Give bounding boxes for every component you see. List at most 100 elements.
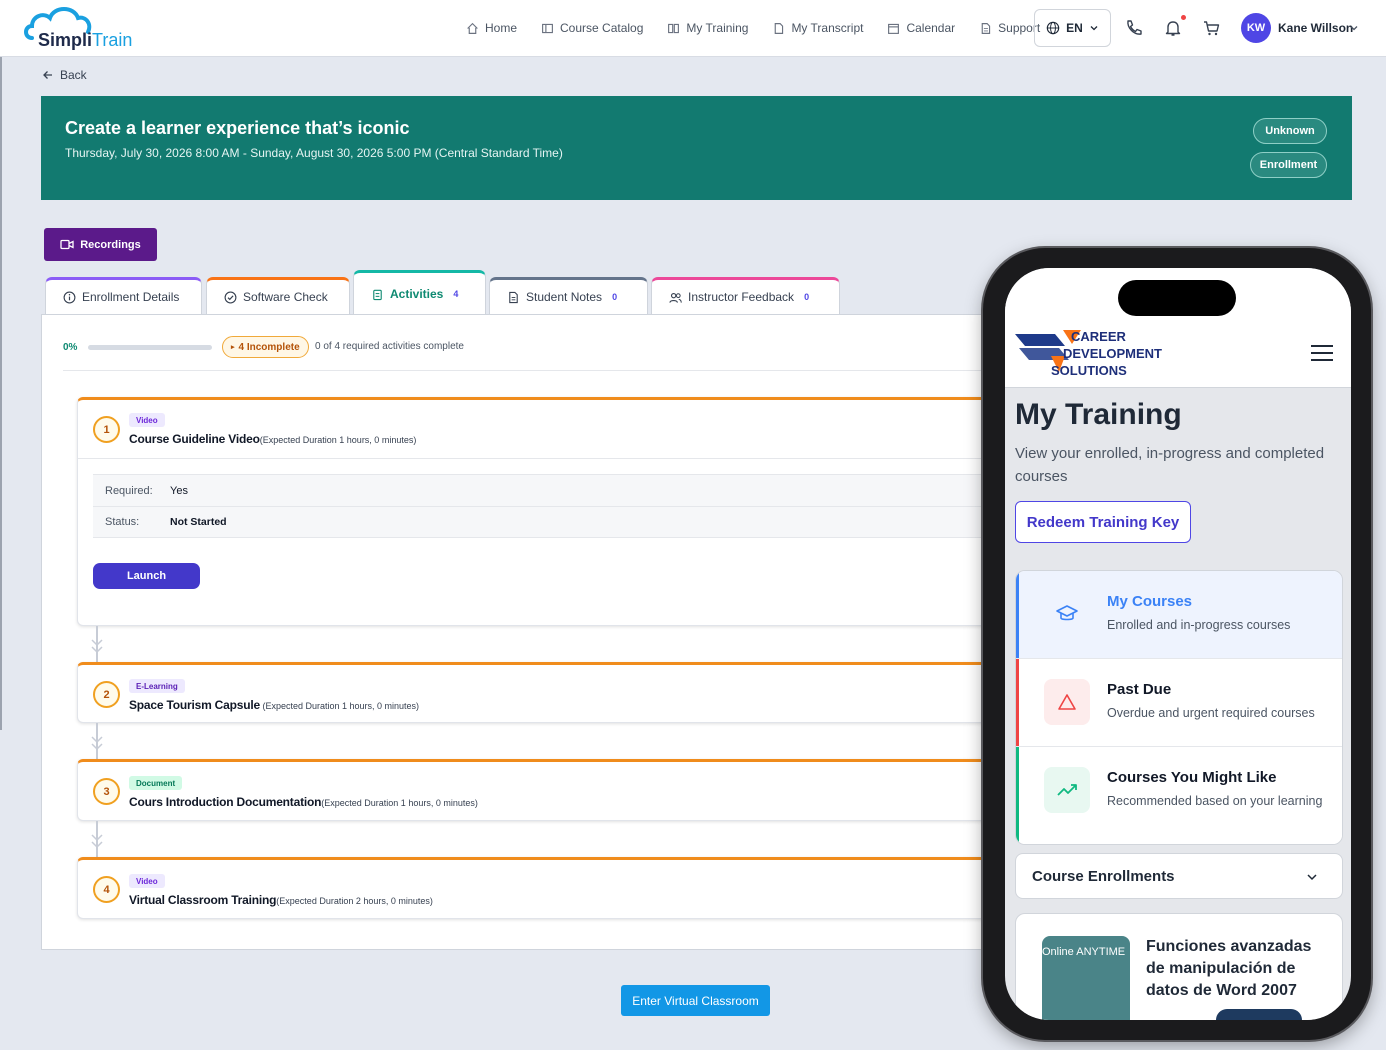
incomplete-label: 4 Incomplete	[238, 341, 300, 353]
progress-summary: 0 of 4 required activities complete	[315, 341, 464, 352]
tab-label: Student Notes	[526, 290, 603, 304]
catalog-icon	[542, 23, 553, 33]
activity-card[interactable]: 1 Video Course Guideline Video(Expected …	[77, 397, 1043, 626]
progress-bar	[88, 345, 212, 350]
activity-number: 4	[93, 876, 120, 903]
recordings-button[interactable]: Recordings	[44, 228, 157, 261]
chevrons-down-icon	[91, 736, 103, 751]
phone-icon[interactable]	[1124, 18, 1144, 38]
video-camera-icon	[60, 239, 74, 250]
enter-virtual-classroom-button[interactable]: Enter Virtual Classroom	[621, 985, 770, 1016]
page-left-edge	[0, 57, 2, 730]
note-icon	[509, 291, 518, 303]
tab-enrollment-details[interactable]: Enrollment Details	[45, 277, 202, 314]
activity-title: Cours Introduction Documentation(Expecte…	[129, 795, 478, 809]
avatar[interactable]: KW	[1241, 13, 1271, 43]
course-enrollments-dropdown[interactable]: Course Enrollments	[1015, 853, 1343, 899]
tab-label: Software Check	[243, 290, 328, 304]
nav-calendar[interactable]: Calendar	[887, 21, 955, 35]
activity-card[interactable]: 2 E-Learning Space Tourism Capsule (Expe…	[77, 662, 1042, 723]
chevron-down-icon[interactable]	[1349, 23, 1359, 33]
card-title: Courses You Might Like	[1107, 769, 1277, 786]
top-navigation-bar: SimpliTrain Home Course Catalog My Train…	[0, 0, 1386, 57]
tab-label: Enrollment Details	[82, 290, 180, 304]
course-card[interactable]: Online ANYTIME Funciones avanzadas de ma…	[1015, 913, 1343, 1020]
nav-my-transcript[interactable]: My Transcript	[772, 21, 863, 35]
tab-student-notes[interactable]: Student Notes 0	[489, 277, 648, 314]
chevron-down-icon	[1090, 26, 1098, 31]
nav-home[interactable]: Home	[466, 21, 517, 35]
card-description: Overdue and urgent required courses	[1107, 706, 1315, 720]
back-link[interactable]: Back	[42, 68, 87, 82]
activity-type-badge: Video	[129, 413, 165, 427]
mobile-page-subtitle: View your enrolled, in-progress and comp…	[1015, 445, 1325, 485]
cart-icon[interactable]	[1202, 18, 1222, 38]
document-icon	[775, 22, 784, 34]
recordings-label: Recordings	[80, 238, 141, 251]
tab-label: Instructor Feedback	[688, 290, 795, 304]
card-description: Enrolled and in-progress courses	[1107, 618, 1291, 632]
my-courses-card[interactable]: My Courses Enrolled and in-progress cour…	[1016, 571, 1342, 658]
activity-type-badge: E-Learning	[129, 679, 185, 693]
nav-course-catalog[interactable]: Course Catalog	[541, 21, 643, 35]
trending-up-icon	[1044, 767, 1090, 813]
simplitrain-logo[interactable]: SimpliTrain	[22, 4, 142, 52]
activities-panel: 0% ▸ 4 Incomplete 0 of 4 required activi…	[41, 314, 1043, 950]
chevron-down-icon	[1307, 874, 1317, 881]
thumbnail-label: Online ANYTIME	[1042, 946, 1126, 958]
detail-required: Required: Yes	[93, 474, 1043, 506]
tab-activities[interactable]: Activities 4	[353, 270, 486, 315]
activity-card[interactable]: 4 Video Virtual Classroom Training(Expec…	[77, 857, 1042, 919]
calendar-icon	[888, 23, 900, 34]
chevrons-down-icon	[91, 639, 103, 654]
tab-instructor-feedback[interactable]: Instructor Feedback 0	[651, 277, 840, 314]
tab-count: 0	[612, 292, 618, 302]
launch-button[interactable]: Launch	[93, 563, 200, 589]
info-circle-icon	[63, 291, 76, 303]
nav-my-training[interactable]: My Training	[667, 21, 748, 35]
course-banner: Create a learner experience that’s iconi…	[41, 96, 1352, 200]
redeem-training-key-button[interactable]: Redeem Training Key	[1015, 501, 1191, 543]
activity-card[interactable]: 3 Document Cours Introduction Documentat…	[77, 759, 1042, 821]
progress-percent: 0%	[63, 342, 78, 353]
bell-icon[interactable]	[1163, 18, 1183, 38]
tab-software-check[interactable]: Software Check	[206, 277, 350, 314]
check-circle-icon	[224, 291, 237, 303]
graduation-cap-icon	[1044, 591, 1090, 637]
dropdown-label: Course Enrollments	[1032, 868, 1175, 885]
activity-number: 2	[93, 681, 120, 708]
course-action-pill[interactable]	[1216, 1009, 1302, 1020]
notification-dot	[1181, 15, 1186, 20]
play-small-icon: ▸	[231, 344, 235, 351]
activity-number: 1	[93, 416, 120, 443]
brand-name: SimpliTrain	[38, 30, 133, 50]
activity-title: Virtual Classroom Training(Expected Dura…	[129, 893, 433, 907]
activity-details: Required: Yes Status: Not Started	[93, 474, 1043, 538]
status-badge: Unknown	[1253, 118, 1327, 144]
courses-you-might-like-card[interactable]: Courses You Might Like Recommended based…	[1016, 747, 1342, 844]
nav-support[interactable]: Support	[979, 21, 1040, 35]
user-name[interactable]: Kane Willson	[1278, 21, 1353, 35]
main-nav: Home Course Catalog My Training My Trans…	[466, 0, 1064, 56]
required-label: Required:	[105, 484, 153, 497]
phone-mockup: CAREER DEVELOPMENT SOLUTIONS My Training…	[983, 248, 1371, 1040]
users-icon	[669, 292, 682, 303]
arrow-left-icon	[43, 71, 52, 79]
tab-count: 0	[804, 292, 810, 302]
nav-label: Calendar	[906, 21, 956, 35]
status-value: Not Started	[170, 516, 227, 528]
mobile-page-title: My Training	[1015, 398, 1182, 431]
card-divider	[78, 458, 1043, 459]
past-due-card[interactable]: Past Due Overdue and urgent required cou…	[1016, 659, 1342, 746]
dynamic-island	[1118, 280, 1236, 316]
card-title: Past Due	[1107, 681, 1172, 698]
home-icon	[467, 22, 478, 34]
hamburger-menu-icon[interactable]	[1311, 344, 1333, 362]
career-development-logo-text: CAREER DEVELOPMENT SOLUTIONS	[1051, 329, 1162, 378]
nav-label: My Training	[686, 21, 749, 35]
tab-count: 4	[453, 289, 459, 299]
course-date-range: Thursday, July 30, 2026 8:00 AM - Sunday…	[65, 146, 563, 160]
chevrons-down-icon	[91, 834, 103, 849]
language-selector[interactable]: EN	[1034, 9, 1111, 47]
divider	[63, 370, 1042, 371]
